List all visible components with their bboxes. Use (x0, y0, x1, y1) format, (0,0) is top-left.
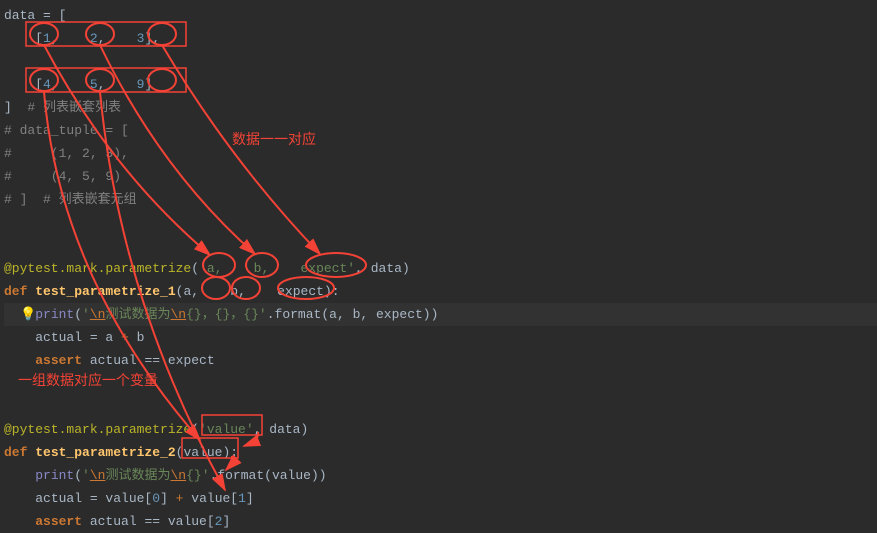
code-line (4, 234, 877, 257)
code-line: @pytest.mark.parametrize('value', data) (4, 418, 877, 441)
code-line: def test_parametrize_1(a, b, expect): (4, 280, 877, 303)
code-line: ] # 列表嵌套列表 (4, 96, 877, 119)
code-line: [4, 5, 9] (4, 73, 877, 96)
code-line: [1, 2, 3], (4, 27, 877, 50)
code-line (4, 395, 877, 418)
code-line: # ] # 列表嵌套元组 (4, 188, 877, 211)
code-line: # (4, 5, 9) (4, 165, 877, 188)
code-line: def test_parametrize_2(value): (4, 441, 877, 464)
code-line: assert actual == expect (4, 349, 877, 372)
code-line: actual = value[0] + value[1] (4, 487, 877, 510)
code-line (4, 211, 877, 234)
code-line (4, 50, 877, 73)
code-line-active: 💡 print('\n测试数据为\n{}，{}，{}'.format(a, b,… (4, 303, 877, 326)
code-line: @pytest.mark.parametrize('a, b, expect',… (4, 257, 877, 280)
code-line: print('\n测试数据为\n{}'.format(value)) (4, 464, 877, 487)
code-editor[interactable]: data = [ [1, 2, 3], [4, 5, 9] ] # 列表嵌套列表… (0, 0, 877, 533)
code-line: data = [ (4, 4, 877, 27)
code-line (4, 372, 877, 395)
code-line: # data_tuple = [ (4, 119, 877, 142)
code-line: assert actual == value[2] (4, 510, 877, 533)
code-line: actual = a + b (4, 326, 877, 349)
code-line: # (1, 2, 3), (4, 142, 877, 165)
intention-bulb-icon[interactable]: 💡 (20, 303, 36, 326)
